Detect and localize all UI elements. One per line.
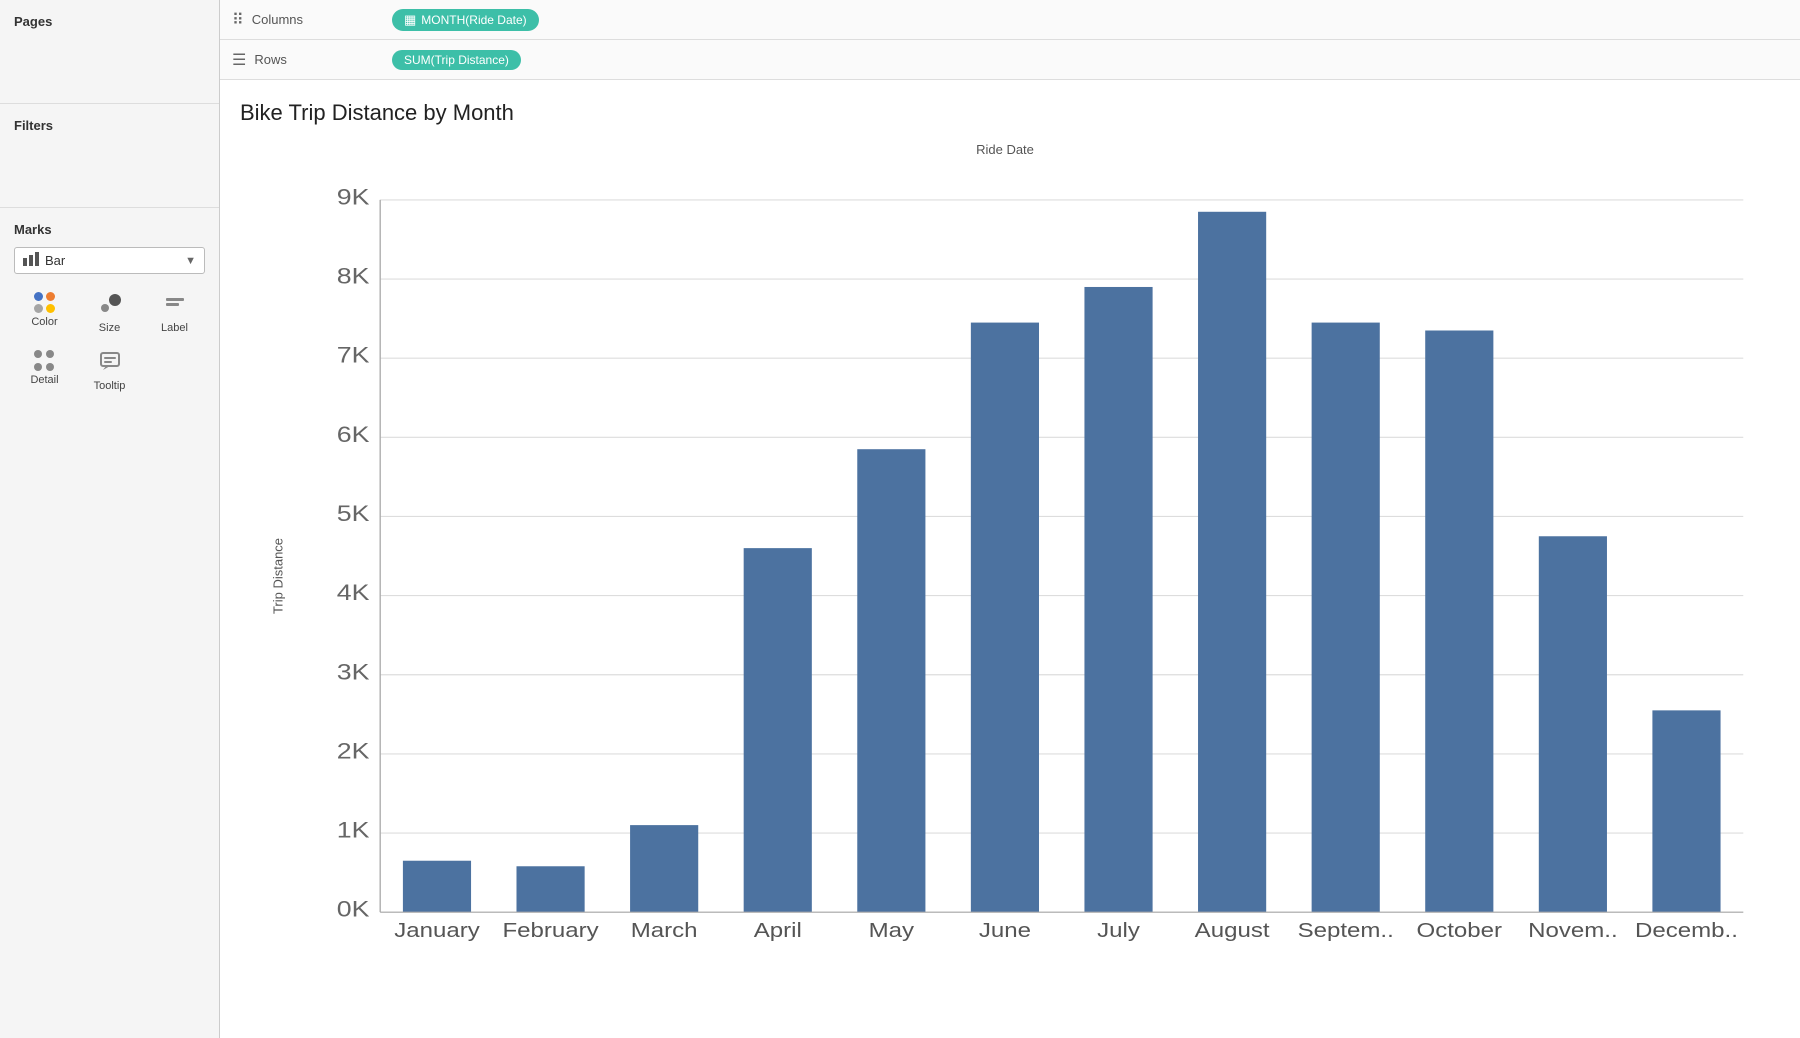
marks-grid: Color Size — [14, 288, 205, 396]
svg-text:April: April — [754, 919, 802, 942]
color-label: Color — [31, 316, 57, 328]
marks-type-label: Bar — [45, 253, 185, 268]
chart-svg-wrapper: 0K 1K 2K 3K 4K 5K 6K 7K 8K 9K January February March… — [300, 166, 1770, 980]
svg-text:May: May — [869, 919, 915, 942]
columns-pill[interactable]: ▦ MONTH(Ride Date) — [392, 9, 539, 31]
detail-icon — [34, 350, 56, 372]
rows-shelf-label: ☰ Rows — [232, 50, 392, 70]
svg-text:February: February — [502, 919, 599, 942]
color-icon — [34, 292, 56, 314]
x-axis-title: Ride Date — [976, 142, 1034, 157]
rows-icon: ☰ — [232, 50, 246, 70]
svg-text:4K: 4K — [337, 581, 370, 606]
marks-size-item[interactable]: Size — [79, 288, 140, 338]
svg-text:0K: 0K — [337, 898, 370, 923]
size-label: Size — [99, 322, 120, 334]
svg-text:9K: 9K — [337, 185, 370, 210]
filters-body — [14, 139, 205, 199]
filters-label: Filters — [14, 118, 205, 133]
svg-text:June: June — [979, 919, 1031, 942]
svg-text:Decemb..: Decemb.. — [1635, 919, 1738, 942]
bar-chart-svg: 0K 1K 2K 3K 4K 5K 6K 7K 8K 9K January February March… — [300, 166, 1770, 980]
svg-text:7K: 7K — [337, 344, 370, 369]
label-icon — [164, 292, 186, 320]
marks-label-item[interactable]: Label — [144, 288, 205, 338]
main-content: ⠿ Columns ▦ MONTH(Ride Date) ☰ Rows SUM(… — [220, 0, 1800, 1038]
svg-text:Novem..: Novem.. — [1528, 919, 1618, 942]
svg-text:1K: 1K — [337, 818, 370, 843]
chart-container: Ride Date Trip Distance 0K 1K 2K 3K 4K 5K 6K 7K… — [240, 142, 1770, 1010]
rows-pill[interactable]: SUM(Trip Distance) — [392, 50, 521, 70]
columns-pill-icon: ▦ — [404, 12, 416, 28]
bar-chart-icon — [23, 252, 39, 269]
pages-section: Pages — [0, 0, 219, 104]
detail-label: Detail — [30, 374, 58, 386]
y-axis-title: Trip Distance — [271, 538, 286, 614]
svg-text:6K: 6K — [337, 423, 370, 448]
svg-text:August: August — [1195, 919, 1271, 942]
marks-detail-item[interactable]: Detail — [14, 346, 75, 396]
chart-title: Bike Trip Distance by Month — [240, 100, 1770, 126]
chart-area: Bike Trip Distance by Month Ride Date Tr… — [220, 80, 1800, 1038]
tooltip-label: Tooltip — [94, 380, 126, 392]
label-label: Label — [161, 322, 188, 334]
columns-shelf: ⠿ Columns ▦ MONTH(Ride Date) — [220, 0, 1800, 40]
columns-icon: ⠿ — [232, 10, 244, 30]
marks-label: Marks — [14, 222, 205, 237]
svg-text:Septem..: Septem.. — [1298, 919, 1394, 942]
tooltip-icon — [99, 350, 121, 378]
svg-text:January: January — [394, 919, 480, 942]
dropdown-arrow-icon: ▼ — [185, 255, 196, 267]
pages-label: Pages — [14, 14, 205, 29]
svg-text:July: July — [1097, 919, 1141, 942]
rows-shelf: ☰ Rows SUM(Trip Distance) — [220, 40, 1800, 80]
svg-text:5K: 5K — [337, 502, 370, 527]
svg-text:8K: 8K — [337, 264, 370, 289]
columns-shelf-label: ⠿ Columns — [232, 10, 392, 30]
sidebar: Pages Filters Marks Bar ▼ — [0, 0, 220, 1038]
svg-text:March: March — [631, 919, 698, 942]
marks-section: Marks Bar ▼ — [0, 208, 219, 420]
svg-text:October: October — [1417, 919, 1503, 942]
filters-section: Filters — [0, 104, 219, 208]
size-icon — [99, 292, 121, 320]
marks-color-item[interactable]: Color — [14, 288, 75, 338]
marks-tooltip-item[interactable]: Tooltip — [79, 346, 140, 396]
pages-body — [14, 35, 205, 95]
svg-text:3K: 3K — [337, 660, 370, 685]
svg-text:2K: 2K — [337, 739, 370, 764]
marks-type-dropdown[interactable]: Bar ▼ — [14, 247, 205, 274]
